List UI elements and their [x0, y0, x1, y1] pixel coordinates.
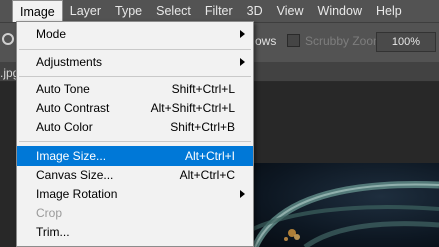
menu-item-auto-contrast[interactable]: Auto Contrast Alt+Shift+Ctrl+L — [17, 98, 253, 118]
menu-item-label: Crop — [36, 206, 63, 220]
menu-item-label: Image Size... — [36, 149, 107, 163]
menu-layer[interactable]: Layer — [63, 0, 108, 22]
menu-item-label: Canvas Size... — [36, 168, 114, 182]
menu-separator — [19, 49, 251, 50]
menu-ps[interactable] — [0, 0, 4, 22]
menu-item-crop: Crop — [17, 203, 253, 223]
menu-item-mode[interactable]: Mode — [17, 24, 253, 44]
menu-filter[interactable]: Filter — [198, 0, 240, 22]
menu-select[interactable]: Select — [149, 0, 198, 22]
submenu-arrow-icon — [240, 30, 245, 38]
menu-3d[interactable]: 3D — [240, 0, 270, 22]
zoom-tool-icon[interactable] — [2, 33, 14, 45]
menu-item-shortcut: Alt+Ctrl+I — [184, 149, 235, 163]
menu-item-auto-tone[interactable]: Auto Tone Shift+Ctrl+L — [17, 79, 253, 99]
menu-item-shortcut: Shift+Ctrl+B — [170, 120, 235, 134]
resize-windows-label: ows — [255, 34, 277, 48]
scrubby-zoom-checkbox[interactable] — [287, 34, 300, 47]
menu-item-adjustments[interactable]: Adjustments — [17, 52, 253, 72]
zoom-100-button[interactable]: 100% — [376, 32, 436, 52]
menu-help[interactable]: Help — [369, 0, 409, 22]
menu-item-label: Adjustments — [36, 55, 103, 69]
menu-image[interactable]: Image — [12, 0, 63, 22]
menu-item-label: Image Rotation — [36, 187, 118, 201]
menu-item-shortcut: Alt+Shift+Ctrl+L — [150, 101, 235, 115]
photo-content — [245, 181, 439, 247]
menu-item-image-rotation[interactable]: Image Rotation — [17, 184, 253, 204]
canvas-image[interactable] — [245, 163, 439, 247]
menu-type[interactable]: Type — [108, 0, 149, 22]
scrubby-zoom-label: Scrubby Zoom — [305, 34, 384, 48]
menu-item-label: Trim... — [36, 225, 70, 239]
menu-separator — [19, 141, 251, 142]
image-menu-dropdown: Mode Adjustments Auto Tone Shift+Ctrl+L … — [16, 21, 254, 247]
menu-item-auto-color[interactable]: Auto Color Shift+Ctrl+B — [17, 117, 253, 137]
menu-item-canvas-size[interactable]: Canvas Size... Alt+Ctrl+C — [17, 165, 253, 185]
menu-window[interactable]: Window — [311, 0, 369, 22]
menu-item-label: Mode — [36, 27, 67, 41]
submenu-arrow-icon — [240, 58, 245, 66]
menu-separator — [19, 76, 251, 77]
menu-item-label: Auto Color — [36, 120, 93, 134]
menu-bar: Image Layer Type Select Filter 3D View W… — [0, 0, 439, 22]
menu-view[interactable]: View — [270, 0, 311, 22]
menu-item-shortcut: Alt+Ctrl+C — [179, 168, 235, 182]
submenu-arrow-icon — [240, 190, 245, 198]
menu-item-label: Auto Contrast — [36, 101, 110, 115]
menu-item-label: Auto Tone — [36, 82, 90, 96]
menu-item-shortcut: Shift+Ctrl+L — [171, 82, 235, 96]
menu-item-image-size[interactable]: Image Size... Alt+Ctrl+I — [17, 146, 253, 166]
menu-item-trim[interactable]: Trim... — [17, 222, 253, 242]
